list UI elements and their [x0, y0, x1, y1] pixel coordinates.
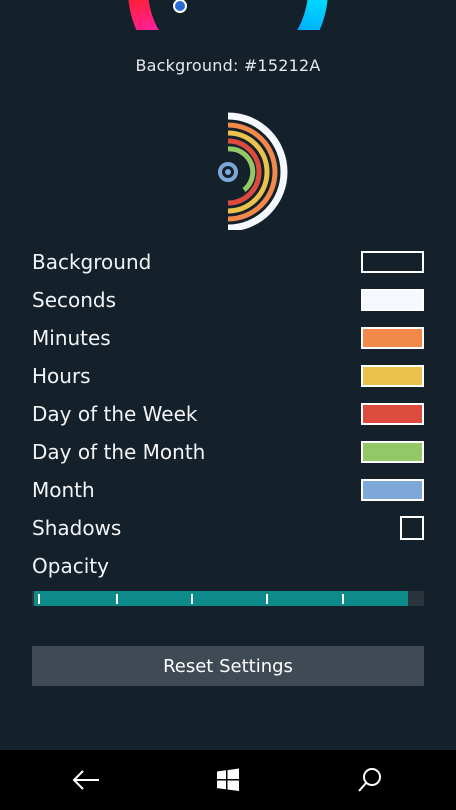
swatch-seconds[interactable] — [361, 289, 424, 311]
setting-row-background[interactable]: Background — [32, 247, 424, 277]
clock-preview — [218, 112, 288, 230]
setting-row-month[interactable]: Month — [32, 475, 424, 505]
setting-row-day-of-week[interactable]: Day of the Week — [32, 399, 424, 429]
setting-row-shadows[interactable]: Shadows — [32, 513, 424, 543]
opacity-slider[interactable] — [32, 591, 424, 606]
setting-label-month: Month — [32, 478, 95, 502]
search-button[interactable] — [330, 750, 410, 810]
start-button[interactable] — [188, 750, 268, 810]
opacity-label: Opacity — [32, 554, 109, 578]
setting-label-seconds: Seconds — [32, 288, 117, 312]
selected-color-label: Background: #15212A — [135, 56, 321, 75]
swatch-minutes[interactable] — [361, 327, 424, 349]
back-arrow-icon — [72, 770, 99, 790]
slider-tick — [38, 594, 40, 604]
windows-logo-icon — [217, 768, 239, 791]
swatch-background[interactable] — [361, 251, 424, 273]
setting-row-day-of-month[interactable]: Day of the Month — [32, 437, 424, 467]
swatch-day-of-week[interactable] — [361, 403, 424, 425]
slider-tick — [191, 594, 193, 604]
shadows-label: Shadows — [32, 516, 122, 540]
setting-row-seconds[interactable]: Seconds — [32, 285, 424, 315]
swatch-day-of-month[interactable] — [361, 441, 424, 463]
setting-row-hours[interactable]: Hours — [32, 361, 424, 391]
swatch-hours[interactable] — [361, 365, 424, 387]
setting-label-background: Background — [32, 250, 152, 274]
slider-tick — [116, 594, 118, 604]
back-button[interactable] — [46, 750, 126, 810]
setting-label-day-of-week: Day of the Week — [32, 402, 198, 426]
slider-tick — [342, 594, 344, 604]
setting-row-opacity: Opacity — [32, 551, 424, 581]
search-icon — [358, 768, 381, 792]
reset-settings-button[interactable]: Reset Settings — [32, 646, 424, 686]
slider-tick — [266, 594, 268, 604]
setting-label-day-of-month: Day of the Month — [32, 440, 206, 464]
navigation-bar — [0, 750, 456, 810]
shadows-checkbox[interactable] — [400, 516, 424, 540]
setting-label-hours: Hours — [32, 364, 91, 388]
setting-row-minutes[interactable]: Minutes — [32, 323, 424, 353]
swatch-month[interactable] — [361, 479, 424, 501]
setting-label-minutes: Minutes — [32, 326, 111, 350]
color-wheel[interactable] — [0, 0, 456, 30]
opacity-slider-fill — [36, 591, 408, 606]
